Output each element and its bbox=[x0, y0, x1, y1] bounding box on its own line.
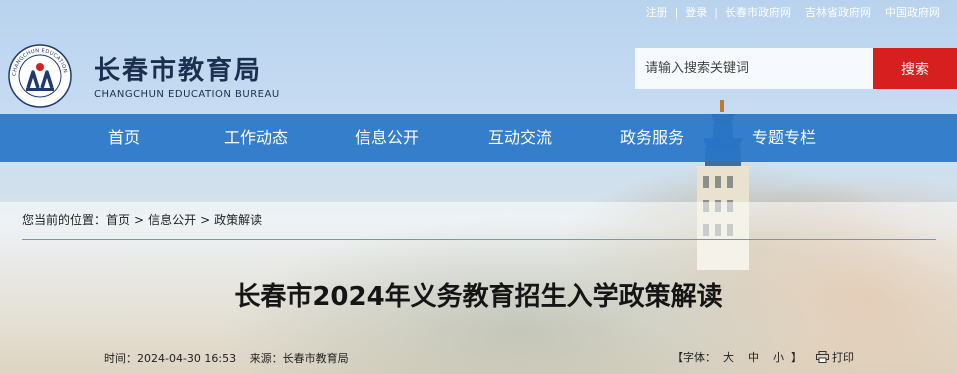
changchun-gov-link[interactable]: 长春市政府网 bbox=[718, 4, 798, 20]
printer-icon bbox=[816, 351, 829, 363]
source-label: 来源： bbox=[249, 352, 283, 365]
font-size-large[interactable]: 大 bbox=[723, 349, 734, 365]
time-label: 时间： bbox=[104, 352, 137, 365]
site-subtitle: CHANGCHUN EDUCATION BUREAU bbox=[94, 89, 280, 100]
jilin-gov-link[interactable]: 吉林省政府网 bbox=[798, 4, 878, 20]
nav-item-interaction[interactable]: 互动交流 bbox=[465, 114, 575, 162]
register-link[interactable]: 注册 bbox=[639, 4, 675, 20]
article-source: 长春市教育局 bbox=[282, 352, 349, 365]
publish-time: 2024-04-30 16:53 bbox=[137, 352, 237, 365]
separator: | bbox=[714, 5, 718, 19]
nav-item-info-disclosure[interactable]: 信息公开 bbox=[332, 114, 442, 162]
nav-item-home[interactable]: 首页 bbox=[69, 114, 179, 162]
font-size-tools: 【字体： 大 中 小 】 打印 bbox=[672, 349, 854, 365]
education-bureau-emblem-icon: CHANGCHUN EDUCATION BUREAU bbox=[8, 44, 72, 108]
search-button[interactable]: 搜索 bbox=[873, 48, 957, 89]
nav-item-special-topics[interactable]: 专题专栏 bbox=[729, 114, 839, 162]
breadcrumb-divider bbox=[22, 239, 936, 240]
print-button[interactable]: 打印 bbox=[816, 349, 854, 365]
nav-item-gov-services[interactable]: 政务服务 bbox=[597, 114, 707, 162]
font-tools-open: 【字体： bbox=[672, 351, 716, 364]
main-nav: 首页 工作动态 信息公开 互动交流 政务服务 专题专栏 bbox=[0, 114, 957, 162]
font-size-small[interactable]: 小 bbox=[773, 349, 784, 365]
print-label: 打印 bbox=[832, 351, 854, 364]
font-tools-close: 】 bbox=[791, 351, 802, 364]
breadcrumb-separator: > bbox=[200, 212, 211, 227]
breadcrumb: 您当前的位置： 首页 > 信息公开 > 政策解读 bbox=[22, 211, 266, 228]
breadcrumb-prefix: 您当前的位置： bbox=[22, 213, 107, 227]
site-title: 长春市教育局 bbox=[94, 56, 263, 86]
top-links-bar: 注册 | 登录 | 长春市政府网 吉林省政府网 中国政府网 bbox=[639, 4, 947, 20]
breadcrumb-policy-interpretation[interactable]: 政策解读 bbox=[214, 211, 262, 228]
font-size-medium[interactable]: 中 bbox=[748, 349, 759, 365]
nav-item-work-news[interactable]: 工作动态 bbox=[201, 114, 311, 162]
breadcrumb-separator: > bbox=[134, 212, 145, 227]
breadcrumb-info-disclosure[interactable]: 信息公开 bbox=[148, 211, 196, 228]
china-gov-link[interactable]: 中国政府网 bbox=[878, 4, 947, 20]
breadcrumb-home[interactable]: 首页 bbox=[106, 211, 130, 228]
separator: | bbox=[674, 5, 679, 19]
article-title: 长春市2024年义务教育招生入学政策解读 bbox=[234, 282, 723, 312]
article-meta: 时间：2024-04-30 16:53 来源：长春市教育局 bbox=[104, 350, 355, 366]
login-link[interactable]: 登录 bbox=[678, 4, 714, 20]
search-input[interactable] bbox=[635, 48, 873, 89]
